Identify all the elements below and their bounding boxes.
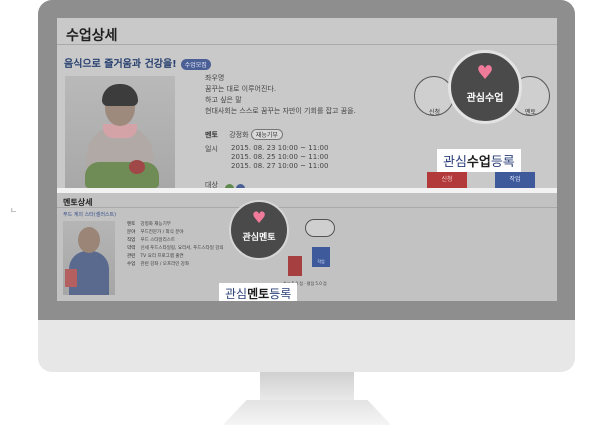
mentor-work-button[interactable]: 작업: [312, 247, 330, 267]
favorite-class-button[interactable]: ♥ 관심수업: [448, 50, 522, 124]
row-value: 푸드전문가 / 외식 분야: [140, 230, 184, 235]
mentor-info-row: 직업 푸드 스타일리스트: [127, 237, 224, 245]
photo2-item-shape: [65, 269, 77, 287]
monitor-illustration: 수업상세 음식으로 즐거움과 건강을! 수업모집 좌우명 꿈꾸는 대로 이루어진다…: [38, 0, 575, 425]
side-mark: ㄴ: [10, 206, 18, 215]
favorite-mentor-label: 관심멘토: [242, 233, 276, 243]
photo-collar-shape: [103, 124, 137, 138]
callout-part-bold: 멘토: [247, 287, 270, 301]
schedule-item: 2015. 08. 25 10:00 ~ 11:00: [231, 153, 329, 161]
apply-button[interactable]: 신청: [427, 172, 467, 188]
callout-part: 관심: [225, 287, 248, 301]
row-value: 신세 푸드스타일링, 요리서, 푸드스타일 강의: [140, 246, 224, 251]
callout-part: 등록: [490, 155, 515, 170]
apply-ring-label: 신청: [429, 109, 441, 116]
mentor-info-row: 관련 TV 요리 프로그램 출연: [127, 253, 224, 261]
row-value: 강정화 재능기부: [140, 222, 171, 227]
mentor-label: 멘토: [205, 131, 218, 139]
favorite-class-callout: 관심수업등록: [437, 149, 521, 172]
bio-line: 하고 싶은 말: [205, 96, 242, 104]
mentor-ring-button-small[interactable]: [305, 219, 335, 237]
callout-part-bold: 수업: [466, 155, 491, 170]
schedule-item: 2015. 08. 27 10:00 ~ 11:00: [231, 162, 329, 170]
monitor-neck: [260, 372, 354, 400]
schedule-label: 일시: [205, 145, 218, 153]
mentor-row: 멘토 강정화 재능기부: [205, 129, 283, 140]
monitor-bezel: 수업상세 음식으로 즐거움과 건강을! 수업모집 좌우명 꿈꾸는 대로 이루어진다…: [38, 0, 575, 320]
bio-line: 좌우명: [205, 74, 225, 82]
work-button[interactable]: 작업: [495, 172, 535, 188]
page-title: 수업상세: [66, 28, 118, 44]
mentor-info-row: 멘토 강정화 재능기부: [127, 221, 224, 229]
favorite-class-label: 관심수업: [466, 93, 504, 104]
monitor-chin: [38, 320, 575, 372]
title-divider: [57, 44, 557, 45]
row-value: 관련 강좌 / 오프라인 강좌: [140, 262, 190, 267]
row-key: 분야: [127, 230, 136, 235]
mentor-tag: 재능기부: [250, 129, 283, 140]
bio-line: 현대사회는 스스로 꿈꾸는 자만이 기회를 잡고 꿈을.: [205, 107, 356, 115]
favorite-mentor-button[interactable]: ♥ 관심멘토: [229, 200, 289, 260]
mentor-info-rows: 멘토 강정화 재능기부 분야 푸드전문가 / 외식 분야 직업 푸드 스타일리스…: [127, 221, 224, 269]
photo2-face-shape: [78, 227, 100, 253]
status-badge: 수업모집: [180, 58, 211, 70]
mentor2-photo: [63, 221, 115, 295]
mentor-info-row: 약력 신세 푸드스타일링, 요리서, 푸드스타일 강의: [127, 245, 224, 253]
favorite-mentor-callout: 관심멘토등록: [219, 283, 298, 301]
callout-part: 등록: [269, 287, 292, 301]
mentor-apply-button[interactable]: [288, 256, 302, 276]
monitor-screen: 수업상세 음식으로 즐거움과 건강을! 수업모집 좌우명 꿈꾸는 대로 이루어진다…: [57, 18, 557, 301]
mentor-bio: 좌우명 꿈꾸는 대로 이루어진다. 하고 싶은 말 현대사회는 스스로 꿈꾸는 …: [205, 73, 356, 117]
row-key: 직업: [127, 238, 136, 243]
course-title: 음식으로 즐거움과 건강을! 수업모집: [64, 55, 211, 70]
heart-icon: ♥: [476, 62, 494, 84]
bio-line: 꿈꾸는 대로 이루어진다.: [205, 85, 277, 93]
course-title-text: 음식으로 즐거움과 건강을!: [64, 59, 177, 70]
photo-tomato-shape: [129, 160, 145, 174]
photo-hair-shape: [102, 84, 138, 106]
row-key: 멘토: [127, 222, 136, 227]
mentor-info-row: 수업 관련 강좌 / 오프라인 강좌: [127, 261, 224, 269]
row-key: 수업: [127, 262, 136, 267]
mentor-subtitle: 푸드 계의 스타(셀러스트): [63, 212, 117, 218]
mentor-photo: [65, 76, 175, 188]
row-key: 약력: [127, 246, 136, 251]
schedule-list: 2015. 08. 23 10:00 ~ 11:00 2015. 08. 25 …: [231, 144, 328, 171]
heart-icon: ♥: [251, 208, 267, 227]
photo-vegetables-shape: [85, 162, 159, 188]
mentor-name: 강정화: [229, 131, 249, 139]
row-value: 푸드 스타일리스트: [140, 238, 175, 243]
row-key: 관련: [127, 254, 136, 259]
schedule-item: 2015. 08. 23 10:00 ~ 11:00: [231, 144, 329, 152]
mentor-title-divider: [57, 207, 557, 208]
callout-part: 관심: [443, 155, 467, 170]
row-value: TV 요리 프로그램 출연: [140, 254, 184, 259]
mentor-detail-panel: 멘토상세 푸드 계의 스타(셀러스트) 멘토 강정화 재능기부 분야 푸드전문가…: [57, 193, 557, 301]
monitor-stand-base: [223, 400, 391, 425]
mentor-info-row: 분야 푸드전문가 / 외식 분야: [127, 229, 224, 237]
mentor-ring-label: 멘토: [525, 109, 537, 116]
